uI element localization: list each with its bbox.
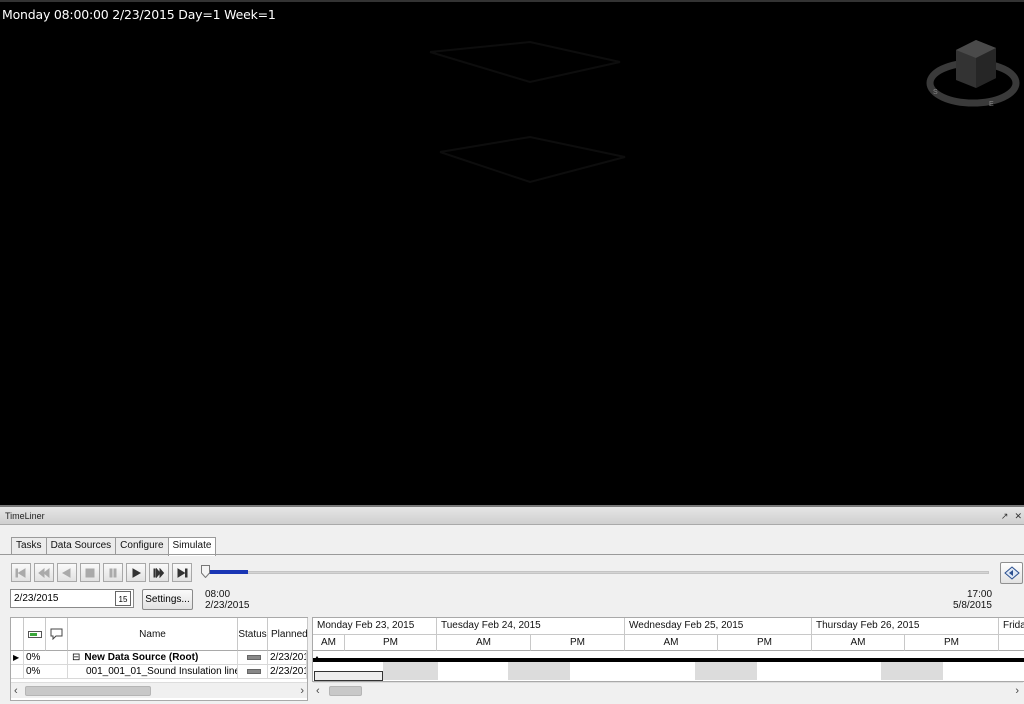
task-bar[interactable] <box>314 671 383 681</box>
gantt-pm-header: PM <box>905 635 999 651</box>
comment-icon <box>50 628 63 640</box>
tab-configure[interactable]: Configure <box>115 537 168 555</box>
scroll-right-icon[interactable]: › <box>1015 685 1019 697</box>
rewind-to-start-button[interactable] <box>11 563 31 582</box>
progress-bar-icon <box>27 630 42 638</box>
scroll-left-icon[interactable]: ‹ <box>316 685 320 697</box>
gantt-horizontal-scrollbar[interactable]: ‹ › <box>313 682 1023 698</box>
collapse-icon[interactable]: ⊟ <box>72 652 80 663</box>
export-button[interactable] <box>1000 562 1023 584</box>
table-row[interactable]: 0% 001_001_01_Sound Insulation line 2/23… <box>11 665 307 679</box>
step-back-button[interactable] <box>34 563 54 582</box>
scroll-thumb[interactable] <box>329 686 362 696</box>
row-planned-start: 2/23/2015 <box>268 665 307 679</box>
pin-icon[interactable]: ↗ <box>1001 511 1009 522</box>
scroll-thumb[interactable] <box>25 686 151 696</box>
active-column-header[interactable] <box>24 618 46 651</box>
step-back-icon <box>38 567 50 578</box>
row-active-percent: 0% <box>24 665 68 679</box>
gantt-pm-header: PM <box>345 635 437 651</box>
close-icon[interactable]: ✕ <box>1014 511 1022 522</box>
stop-icon <box>85 568 95 577</box>
row-active-percent: 0% <box>24 651 68 665</box>
status-column-header[interactable]: Status <box>238 618 268 651</box>
gantt-day-header: Tuesday Feb 24, 2015 <box>437 618 625 635</box>
pause-button[interactable] <box>103 563 123 582</box>
status-bar-icon <box>246 669 261 674</box>
row-status <box>238 651 268 665</box>
row-selector <box>11 665 24 679</box>
root-summary-bar[interactable] <box>313 658 1024 662</box>
compass-letter-e: E <box>989 101 994 108</box>
export-movie-icon <box>1003 566 1020 580</box>
reverse-play-button[interactable] <box>57 563 77 582</box>
compass-letter-s: S <box>933 89 938 96</box>
simulation-date-input[interactable]: 2/23/2015 15 <box>10 589 134 608</box>
simulation-time-slider[interactable] <box>201 565 989 579</box>
row-name: New Data Source (Root) <box>84 652 199 663</box>
skip-start-icon <box>15 567 26 578</box>
gantt-pm-header: PM <box>531 635 625 651</box>
skip-end-icon <box>177 567 188 578</box>
panel-title: TimeLiner <box>0 507 1024 525</box>
gantt-day-header: Thursday Feb 26, 2015 <box>812 618 999 635</box>
scroll-right-icon[interactable]: › <box>300 685 304 697</box>
status-bar-icon <box>246 655 261 660</box>
row-selector-icon: ▶ <box>11 651 24 665</box>
step-forward-icon <box>153 567 165 578</box>
playback-toolbar <box>11 563 192 582</box>
notes-column-header[interactable] <box>46 618 68 651</box>
viewcube-icon[interactable]: S E <box>926 36 1020 110</box>
tab-divider <box>0 554 1024 555</box>
gantt-pm-header: PM <box>718 635 812 651</box>
summary-start-marker <box>313 656 321 662</box>
simulation-date-overlay: Monday 08:00:00 2/23/2015 Day=1 Week=1 <box>2 7 276 22</box>
settings-button[interactable]: Settings... <box>142 589 193 610</box>
gantt-am-header: AM <box>437 635 531 651</box>
step-forward-button[interactable] <box>149 563 169 582</box>
gantt-day-header: Monday Feb 23, 2015 <box>313 618 437 635</box>
table-row[interactable]: ▶ 0% ⊟ New Data Source (Root) 2/23/2015 <box>11 651 307 665</box>
end-date: 5/8/2015 <box>953 600 992 611</box>
start-time: 08:00 <box>205 589 231 600</box>
faint-model-geometry <box>429 40 626 184</box>
timeliner-tabs: Tasks Data Sources Configure Simulate <box>11 537 217 556</box>
gantt-half-header <box>999 635 1024 651</box>
calendar-icon[interactable]: 15 <box>115 591 131 606</box>
end-time: 17:00 <box>967 589 993 600</box>
start-date: 2/23/2015 <box>205 600 250 611</box>
row-name: 001_001_01_Sound Insulation line <box>68 665 238 679</box>
slider-progress <box>209 570 248 574</box>
row-name-cell: ⊟ New Data Source (Root) <box>68 651 238 665</box>
grid-horizontal-scrollbar[interactable]: ‹ › <box>11 682 307 698</box>
stop-button[interactable] <box>80 563 100 582</box>
scroll-left-icon[interactable]: ‹ <box>14 685 18 697</box>
row-status <box>238 665 268 679</box>
date-value: 2/23/2015 <box>14 593 59 604</box>
slider-track <box>205 571 989 574</box>
gantt-day-header: Frida <box>999 618 1024 635</box>
panel-title-controls: ↗ ✕ <box>1001 507 1024 525</box>
gantt-am-header: AM <box>812 635 905 651</box>
tab-tasks[interactable]: Tasks <box>11 537 46 555</box>
row-indicator-header <box>11 618 24 651</box>
tab-data-sources[interactable]: Data Sources <box>45 537 116 555</box>
timeliner-panel: TimeLiner ↗ ✕ Tasks Data Sources Configu… <box>0 505 1024 704</box>
skip-to-end-button[interactable] <box>172 563 192 582</box>
row-planned-start: 2/23/2015 <box>268 651 307 665</box>
reverse-play-icon <box>61 567 71 578</box>
pause-icon <box>109 568 117 577</box>
3d-viewport[interactable]: Monday 08:00:00 2/23/2015 Day=1 Week=1 S… <box>0 0 1024 505</box>
slider-thumb[interactable] <box>201 565 210 578</box>
play-button[interactable] <box>126 563 146 582</box>
planned-start-column-header[interactable]: Planned S <box>268 618 308 651</box>
gantt-chart[interactable]: Monday Feb 23, 2015 Tuesday Feb 24, 2015… <box>312 617 1024 682</box>
play-icon <box>132 567 142 578</box>
gantt-day-header: Wednesday Feb 25, 2015 <box>625 618 812 635</box>
gantt-am-header: AM <box>625 635 718 651</box>
gantt-am-header: AM <box>313 635 345 651</box>
name-column-header[interactable]: Name <box>68 618 238 651</box>
